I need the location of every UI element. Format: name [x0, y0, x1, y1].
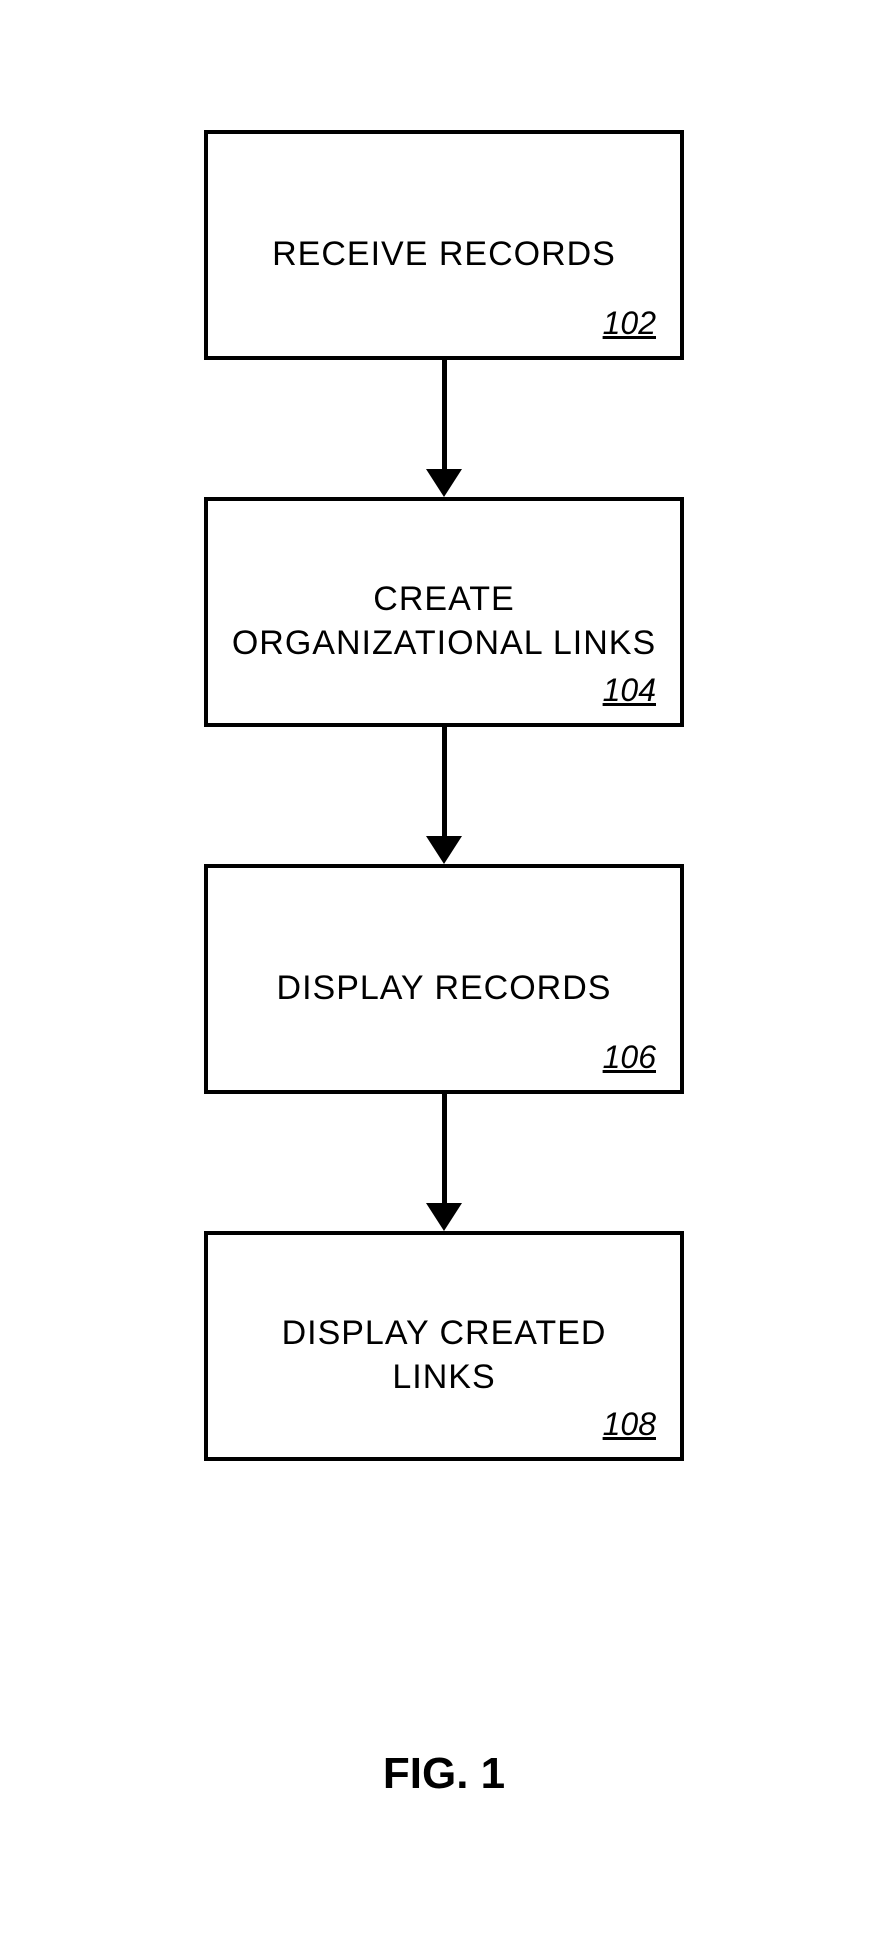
flowchart: RECEIVE RECORDS 102 CREATEORGANIZATIONAL… — [0, 130, 888, 1461]
step-ref: 108 — [603, 1406, 656, 1443]
step-ref: 106 — [603, 1039, 656, 1076]
flow-step-104: CREATEORGANIZATIONAL LINKS 104 — [204, 497, 684, 727]
flow-step-108: DISPLAY CREATED LINKS 108 — [204, 1231, 684, 1461]
step-ref: 102 — [603, 305, 656, 342]
step-label: RECEIVE RECORDS — [228, 232, 660, 276]
arrow-icon — [426, 360, 462, 497]
step-label: CREATEORGANIZATIONAL LINKS — [228, 577, 660, 665]
figure-page: RECEIVE RECORDS 102 CREATEORGANIZATIONAL… — [0, 0, 888, 1949]
step-label: DISPLAY RECORDS — [228, 966, 660, 1010]
flow-step-106: DISPLAY RECORDS 106 — [204, 864, 684, 1094]
arrow-icon — [426, 1094, 462, 1231]
step-ref: 104 — [603, 672, 656, 709]
figure-caption: FIG. 1 — [0, 1749, 888, 1799]
flow-step-102: RECEIVE RECORDS 102 — [204, 130, 684, 360]
step-label: DISPLAY CREATED LINKS — [228, 1311, 660, 1399]
arrow-icon — [426, 727, 462, 864]
